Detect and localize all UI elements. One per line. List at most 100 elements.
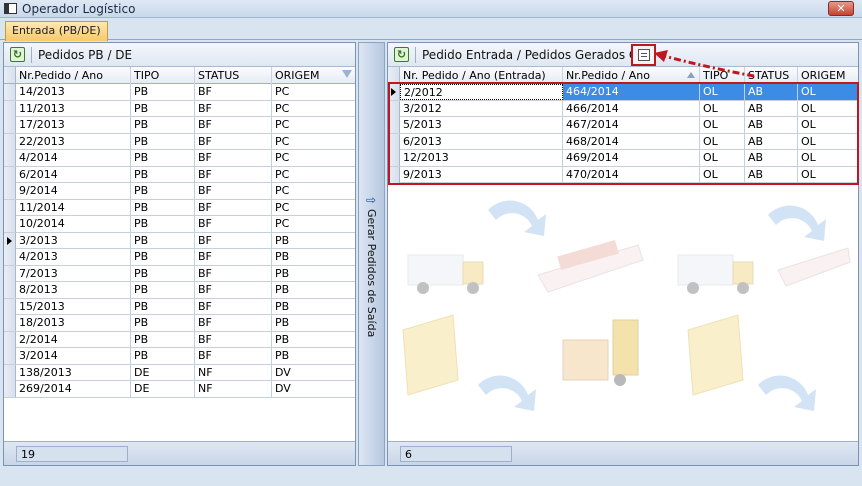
row-indicator[interactable] xyxy=(4,315,16,331)
table-cell[interactable]: 18/2013 xyxy=(16,315,131,331)
pedidos-gerados-grid[interactable]: Nr. Pedido / Ano (Entrada) Nr.Pedido / A… xyxy=(388,67,858,183)
table-cell[interactable]: 10/2014 xyxy=(16,216,131,232)
table-cell[interactable]: PB xyxy=(272,299,356,315)
table-cell[interactable]: NF xyxy=(195,364,272,381)
table-cell[interactable]: 12/2013 xyxy=(400,150,563,166)
table-cell[interactable]: 8/2013 xyxy=(16,282,131,298)
row-indicator[interactable] xyxy=(4,117,16,133)
table-cell[interactable]: 6/2014 xyxy=(16,166,131,183)
table-cell[interactable]: PB xyxy=(131,199,195,216)
row-indicator[interactable] xyxy=(4,183,16,199)
table-row[interactable]: 4/2014 PB BF PC xyxy=(4,150,355,167)
row-indicator[interactable] xyxy=(4,232,16,249)
table-cell[interactable]: 11/2013 xyxy=(16,100,131,117)
table-row[interactable]: 2/2014 PB BF PB xyxy=(4,331,356,348)
refresh-icon[interactable]: ↻ xyxy=(10,47,25,62)
table-cell[interactable]: 2/2014 xyxy=(16,331,131,348)
table-cell[interactable]: PB xyxy=(272,249,356,265)
table-cell[interactable]: 4/2014 xyxy=(16,150,131,166)
table-cell[interactable]: PB xyxy=(131,183,195,199)
table-cell[interactable]: OL xyxy=(700,166,745,183)
col-header-nr-pedido-entrada[interactable]: Nr. Pedido / Ano (Entrada) xyxy=(400,67,563,84)
row-indicator[interactable] xyxy=(4,249,16,265)
table-cell[interactable]: PB xyxy=(131,150,195,166)
table-cell[interactable]: OL xyxy=(700,117,745,133)
table-cell[interactable]: PB xyxy=(272,332,356,348)
row-indicator[interactable] xyxy=(4,265,16,282)
table-row[interactable]: 15/2013 PB BF PB xyxy=(4,298,356,315)
table-row[interactable]: 17/2013 PB BF PC xyxy=(4,117,355,134)
table-cell[interactable]: 22/2013 xyxy=(16,133,131,150)
table-cell[interactable]: PB xyxy=(131,166,195,183)
row-indicator[interactable] xyxy=(4,133,16,150)
table-row[interactable]: 6/2013 468/2014 OL AB OL xyxy=(388,133,858,150)
table-cell[interactable]: 3/2013 xyxy=(16,232,131,249)
table-row[interactable]: 269/2014 DE NF DV xyxy=(4,381,355,398)
table-cell[interactable]: AB xyxy=(745,166,798,183)
table-cell[interactable]: 6/2013 xyxy=(400,133,563,150)
table-cell[interactable]: AB xyxy=(745,100,798,117)
table-row[interactable]: 11/2013 PB BF PC xyxy=(4,100,355,117)
table-cell[interactable]: BF xyxy=(195,331,272,348)
table-cell[interactable]: AB xyxy=(745,150,798,166)
table-cell[interactable]: PB xyxy=(131,331,195,348)
table-cell[interactable]: OL xyxy=(798,117,858,133)
table-cell[interactable]: 15/2013 xyxy=(16,298,131,315)
table-cell[interactable]: BF xyxy=(195,199,272,216)
table-cell[interactable]: 14/2013 xyxy=(16,84,131,100)
table-row[interactable]: 14/2013 PB BF PC xyxy=(4,84,355,101)
table-cell[interactable]: OL xyxy=(700,84,745,100)
table-cell[interactable]: AB xyxy=(745,117,798,133)
table-cell[interactable]: PB xyxy=(131,265,195,282)
table-cell[interactable]: 9/2014 xyxy=(16,183,131,199)
table-row[interactable]: 11/2014 PB BF PC xyxy=(4,199,355,216)
table-cell[interactable]: BF xyxy=(195,315,272,331)
table-row[interactable]: 18/2013 PB BF PB xyxy=(4,315,355,332)
table-row[interactable]: 3/2013 PB BF PB xyxy=(4,232,355,249)
row-indicator[interactable] xyxy=(388,166,400,183)
table-cell[interactable]: PB xyxy=(272,282,356,298)
table-cell[interactable]: OL xyxy=(798,101,858,117)
table-cell[interactable]: AB xyxy=(745,84,798,100)
row-indicator[interactable] xyxy=(4,216,16,232)
row-indicator[interactable] xyxy=(388,133,400,150)
table-cell[interactable]: PB xyxy=(272,266,356,282)
refresh-icon[interactable]: ↻ xyxy=(394,47,409,62)
row-indicator[interactable] xyxy=(388,100,400,117)
table-cell[interactable]: BF xyxy=(195,348,272,364)
table-row[interactable]: 3/2012 466/2014 OL AB OL xyxy=(388,100,858,117)
table-cell[interactable]: 17/2013 xyxy=(16,117,131,133)
table-cell[interactable]: PB xyxy=(131,100,195,117)
row-indicator[interactable] xyxy=(388,150,400,166)
table-cell[interactable]: OL xyxy=(700,150,745,166)
col-header-origem[interactable]: ORIGEM xyxy=(272,67,356,84)
table-cell[interactable]: PC xyxy=(272,134,356,150)
table-cell[interactable]: PB xyxy=(272,315,356,331)
col-header-nr-pedido[interactable]: Nr.Pedido / Ano xyxy=(16,67,131,84)
col-header-origem[interactable]: ORIGEM xyxy=(798,67,858,84)
table-cell[interactable]: OL xyxy=(798,167,858,183)
table-cell[interactable]: PB xyxy=(272,348,356,364)
row-indicator[interactable] xyxy=(4,298,16,315)
table-cell[interactable]: BF xyxy=(195,232,272,249)
table-cell[interactable]: 3/2012 xyxy=(400,100,563,117)
table-cell[interactable]: PB xyxy=(131,216,195,232)
table-row[interactable]: 3/2014 PB BF PB xyxy=(4,348,355,365)
table-row[interactable]: 22/2013 PB BF PC xyxy=(4,133,356,150)
table-cell[interactable]: BF xyxy=(195,100,272,117)
gerar-pedidos-saida-button[interactable]: ⇨ Gerar Pedidos de Saída xyxy=(358,42,385,466)
table-cell[interactable]: BF xyxy=(195,166,272,183)
table-cell[interactable]: 4/2013 xyxy=(16,249,131,265)
table-cell[interactable]: OL xyxy=(798,84,858,100)
row-indicator[interactable] xyxy=(4,100,16,117)
table-cell[interactable]: BF xyxy=(195,183,272,199)
table-cell[interactable]: 468/2014 xyxy=(563,133,700,150)
table-cell[interactable]: PB xyxy=(131,348,195,364)
table-cell[interactable]: 269/2014 xyxy=(16,381,131,397)
table-cell[interactable]: BF xyxy=(195,298,272,315)
table-cell[interactable]: PC xyxy=(272,216,356,232)
row-indicator[interactable] xyxy=(388,117,400,133)
table-row[interactable]: 8/2013 PB BF PB xyxy=(4,282,355,299)
table-cell[interactable]: PB xyxy=(131,282,195,298)
tab-entrada[interactable]: Entrada (PB/DE) xyxy=(5,21,108,41)
